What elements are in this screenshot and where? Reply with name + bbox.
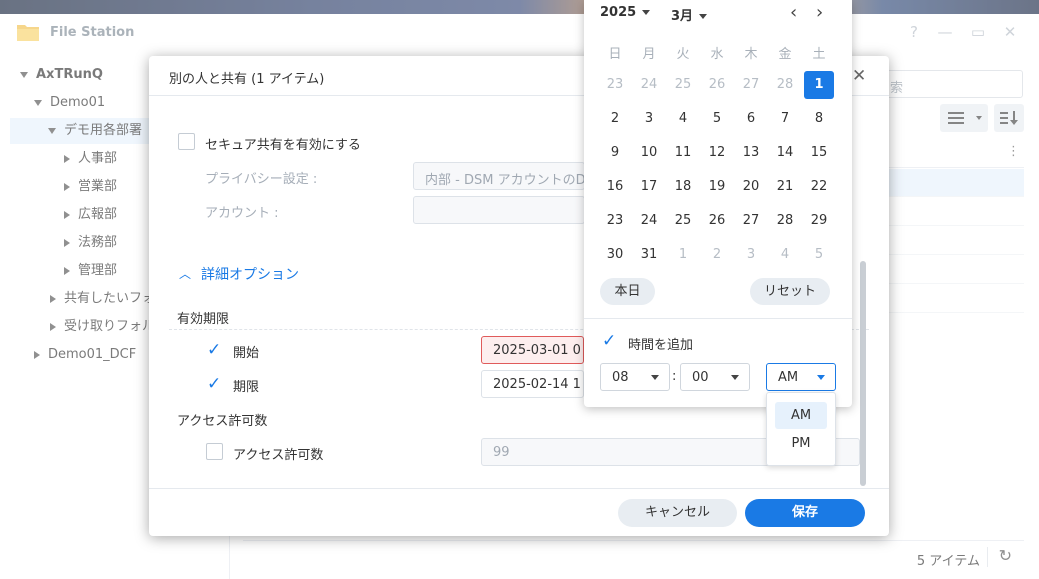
end-date-input[interactable]: 2025-02-14 1 xyxy=(481,370,584,398)
reset-button[interactable]: リセット xyxy=(750,278,830,305)
calendar-day[interactable]: 11 xyxy=(668,139,698,167)
calendar-day[interactable]: 2 xyxy=(702,241,732,269)
chevron-down-icon xyxy=(642,10,651,15)
calendar-day[interactable]: 3 xyxy=(634,105,664,133)
account-field[interactable] xyxy=(413,196,585,224)
next-month-icon[interactable]: › xyxy=(816,2,823,23)
access-section-label: アクセス許可数 xyxy=(177,414,268,429)
save-button[interactable]: 保存 xyxy=(745,499,865,527)
chevron-down-icon xyxy=(817,375,825,380)
weekday-label: 日 xyxy=(608,47,622,62)
weekday-label: 金 xyxy=(778,47,792,62)
check-icon: ✓ xyxy=(207,340,222,360)
close-dialog-icon[interactable]: ✕ xyxy=(852,66,866,86)
chevron-down-icon xyxy=(699,14,708,19)
cancel-button[interactable]: キャンセル xyxy=(618,499,737,527)
end-checkbox[interactable]: ✓ xyxy=(206,376,223,393)
calendar-day[interactable]: 21 xyxy=(770,173,800,201)
today-button[interactable]: 本日 xyxy=(600,278,655,305)
start-checkbox[interactable]: ✓ xyxy=(206,342,223,359)
check-icon: ✓ xyxy=(602,331,617,351)
prev-month-icon[interactable]: ‹ xyxy=(790,2,797,23)
calendar-day[interactable]: 23 xyxy=(600,71,630,99)
calendar-day[interactable]: 13 xyxy=(736,139,766,167)
add-time-label: 時間を追加 xyxy=(628,338,694,353)
calendar-day[interactable]: 12 xyxy=(702,139,732,167)
hour-select[interactable]: 08 xyxy=(600,363,670,391)
calendar-day[interactable]: 7 xyxy=(770,105,800,133)
calendar-day[interactable]: 8 xyxy=(804,105,834,133)
privacy-label: プライバシー設定 : xyxy=(205,172,318,187)
calendar-day[interactable]: 24 xyxy=(634,207,664,235)
calendar-day[interactable]: 16 xyxy=(600,173,630,201)
weekday-label: 水 xyxy=(710,47,724,62)
ampm-option-pm[interactable]: PM xyxy=(775,430,827,457)
ampm-option-am[interactable]: AM xyxy=(775,402,827,429)
calendar-day[interactable]: 15 xyxy=(804,139,834,167)
chevron-down-icon xyxy=(651,375,659,380)
calendar-day[interactable]: 10 xyxy=(634,139,664,167)
chevron-up-icon[interactable]: ︿ xyxy=(179,265,191,282)
weekday-label: 土 xyxy=(812,47,826,62)
start-label: 開始 xyxy=(233,346,260,361)
calendar-day[interactable]: 2 xyxy=(600,105,630,133)
access-limit-label: アクセス許可数 xyxy=(233,448,324,463)
calendar-day[interactable]: 28 xyxy=(770,71,800,99)
calendar-day[interactable]: 27 xyxy=(736,207,766,235)
minute-select[interactable]: 00 xyxy=(680,363,750,391)
month-select[interactable]: 3月 xyxy=(671,5,708,24)
privacy-select[interactable]: 内部 - DSM アカウントのD xyxy=(413,162,585,190)
add-time-checkbox[interactable]: ✓ xyxy=(601,333,618,350)
calendar-divider xyxy=(584,318,852,319)
end-label: 期限 xyxy=(233,380,260,395)
dialog-scrollbar[interactable] xyxy=(860,261,866,486)
ampm-select[interactable]: AM xyxy=(766,363,836,391)
year-select[interactable]: 2025 xyxy=(600,5,651,20)
calendar-day[interactable]: 25 xyxy=(668,71,698,99)
date-picker-popup: 2025 3月 ‹ › 日月火水木金土 23 24 25 26 27 28 1 2 3 4 5 6 7 8… xyxy=(584,0,852,407)
dialog-footer: キャンセル 保存 xyxy=(149,488,889,536)
calendar-day[interactable]: 30 xyxy=(600,241,630,269)
start-date-input[interactable]: 2025-03-01 0 xyxy=(481,336,584,364)
calendar-day[interactable]: 22 xyxy=(804,173,834,201)
calendar-day[interactable]: 9 xyxy=(600,139,630,167)
time-separator: : xyxy=(672,369,677,384)
calendar-day[interactable]: 18 xyxy=(668,173,698,201)
validity-section-label: 有効期限 xyxy=(177,312,230,327)
access-limit-checkbox[interactable] xyxy=(206,443,223,460)
ampm-dropdown-menu: AM PM xyxy=(766,392,836,466)
calendar-day[interactable]: 24 xyxy=(634,71,664,99)
account-label: アカウント : xyxy=(205,206,279,221)
dialog-title: 別の人と共有 (1 アイテム) xyxy=(169,72,325,87)
calendar-day[interactable]: 3 xyxy=(736,241,766,269)
check-icon: ✓ xyxy=(207,374,222,394)
calendar-day[interactable]: 28 xyxy=(770,207,800,235)
calendar-day[interactable]: 23 xyxy=(600,207,630,235)
advanced-options-toggle[interactable]: 詳細オプション xyxy=(201,264,299,284)
weekday-label: 月 xyxy=(642,47,656,62)
chevron-down-icon xyxy=(731,375,739,380)
calendar-day[interactable]: 17 xyxy=(634,173,664,201)
calendar-day[interactable]: 29 xyxy=(804,207,834,235)
calendar-day[interactable]: 31 xyxy=(634,241,664,269)
weekday-label: 木 xyxy=(744,47,758,62)
calendar-day[interactable]: 14 xyxy=(770,139,800,167)
secure-share-label: セキュア共有を有効にする xyxy=(205,138,361,153)
secure-share-checkbox[interactable] xyxy=(178,133,195,150)
calendar-day[interactable]: 27 xyxy=(736,71,766,99)
calendar-day[interactable]: 26 xyxy=(702,207,732,235)
calendar-day[interactable]: 20 xyxy=(736,173,766,201)
calendar-day[interactable]: 19 xyxy=(702,173,732,201)
calendar-day[interactable]: 6 xyxy=(736,105,766,133)
calendar-day[interactable]: 1 xyxy=(668,241,698,269)
calendar-day-selected[interactable]: 1 xyxy=(804,71,834,99)
calendar-day[interactable]: 4 xyxy=(770,241,800,269)
calendar-day[interactable]: 25 xyxy=(668,207,698,235)
calendar-day[interactable]: 4 xyxy=(668,105,698,133)
calendar-day[interactable]: 5 xyxy=(702,105,732,133)
weekday-label: 火 xyxy=(676,47,690,62)
calendar-day[interactable]: 5 xyxy=(804,241,834,269)
calendar-day[interactable]: 26 xyxy=(702,71,732,99)
